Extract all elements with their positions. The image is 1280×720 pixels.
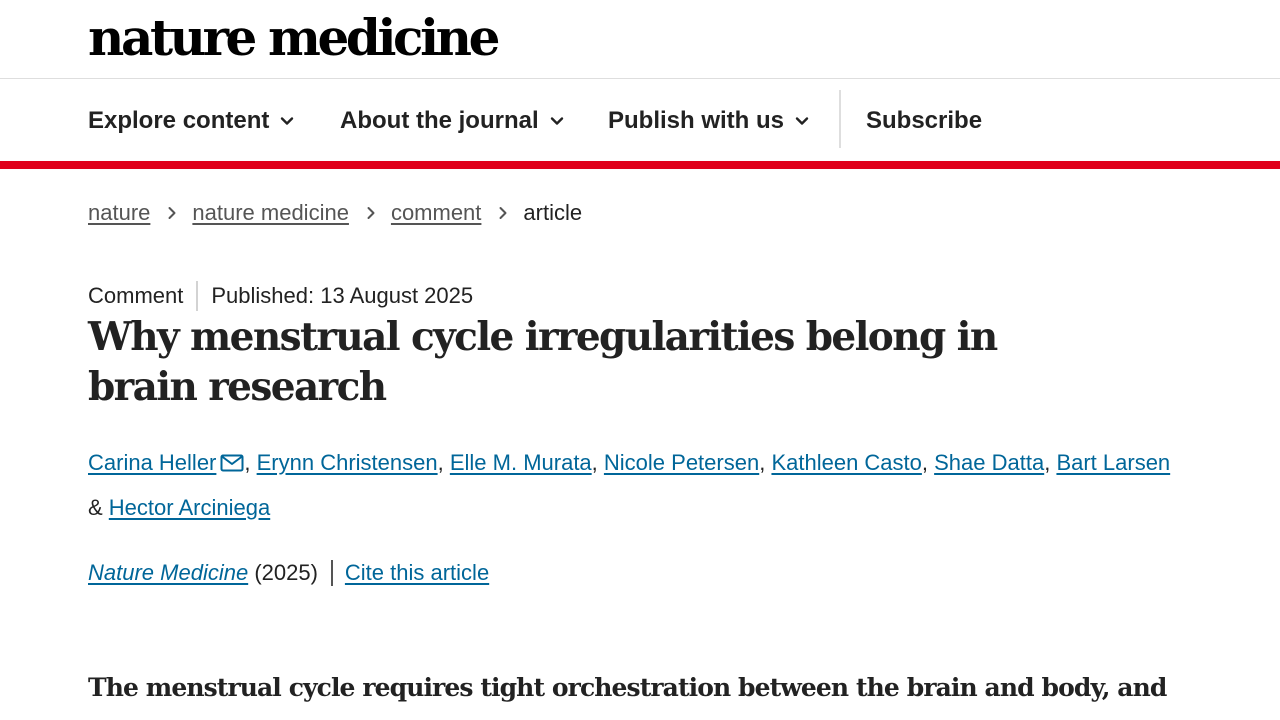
article-title: Why menstrual cycle irregularities belon…: [88, 314, 998, 410]
nav-item-label: Explore content: [88, 107, 270, 134]
cite-this-article-link[interactable]: Cite this article: [345, 560, 489, 586]
author-link[interactable]: Carina Heller: [88, 450, 216, 475]
article-meta: Comment Published: 13 August 2025: [88, 281, 473, 311]
chevron-down-icon: [795, 117, 809, 125]
site-header: nature medicine: [0, 0, 1280, 79]
author-link[interactable]: Kathleen Casto: [771, 450, 921, 475]
author-list: Carina Heller, Erynn Christensen, Elle M…: [88, 440, 1228, 530]
citation-line: Nature Medicine (2025) Cite this article: [88, 558, 489, 588]
citation-divider: [330, 560, 333, 586]
nav-divider: [839, 90, 841, 148]
author-link[interactable]: Elle M. Murata: [450, 450, 592, 475]
nav-item-label: Publish with us: [608, 107, 785, 134]
nav-publish-with-us[interactable]: Publish with us: [608, 105, 810, 137]
chevron-right-icon: [367, 207, 375, 219]
author-separator: ,: [437, 450, 450, 475]
nav-item-label: About the journal: [340, 107, 539, 134]
author-link[interactable]: Nicole Petersen: [604, 450, 759, 475]
nav-about-the-journal[interactable]: About the journal: [340, 105, 565, 137]
author-link[interactable]: Shae Datta: [934, 450, 1044, 475]
breadcrumb-nature[interactable]: nature: [88, 200, 150, 226]
publication-year: (2025): [254, 560, 318, 585]
author-separator: ,: [921, 450, 935, 475]
chevron-down-icon: [281, 117, 294, 125]
chevron-right-icon: [168, 207, 176, 219]
author-separator: ,: [759, 450, 772, 475]
author-link[interactable]: Erynn Christensen: [257, 450, 438, 475]
subscribe-link[interactable]: Subscribe: [866, 105, 982, 137]
author-separator: ,: [1044, 450, 1057, 475]
breadcrumb-nature-medicine[interactable]: nature medicine: [192, 200, 349, 226]
breadcrumb-comment[interactable]: comment: [391, 200, 481, 226]
breadcrumb-current: article: [523, 200, 583, 225]
author-link[interactable]: Bart Larsen: [1056, 450, 1170, 475]
chevron-down-icon: [550, 117, 563, 125]
article-type: Comment: [88, 283, 184, 308]
email-icon[interactable]: [220, 454, 244, 472]
breadcrumb: nature nature medicine comment article: [88, 198, 582, 228]
main-navigation: Explore content About the journal Publis…: [0, 79, 1280, 169]
author-separator: ,: [244, 450, 257, 475]
article-lead: The menstrual cycle requires tight orche…: [88, 673, 1167, 702]
nav-explore-content[interactable]: Explore content: [88, 105, 295, 137]
author-link[interactable]: Hector Arciniega: [109, 495, 270, 520]
journal-link[interactable]: Nature Medicine: [88, 560, 248, 586]
meta-divider: [196, 281, 199, 311]
author-joiner: &: [88, 495, 109, 520]
chevron-right-icon: [499, 207, 507, 219]
published-date: Published: 13 August 2025: [211, 283, 474, 308]
author-separator: ,: [591, 450, 604, 475]
nature-medicine-logo[interactable]: nature medicine: [88, 6, 500, 70]
